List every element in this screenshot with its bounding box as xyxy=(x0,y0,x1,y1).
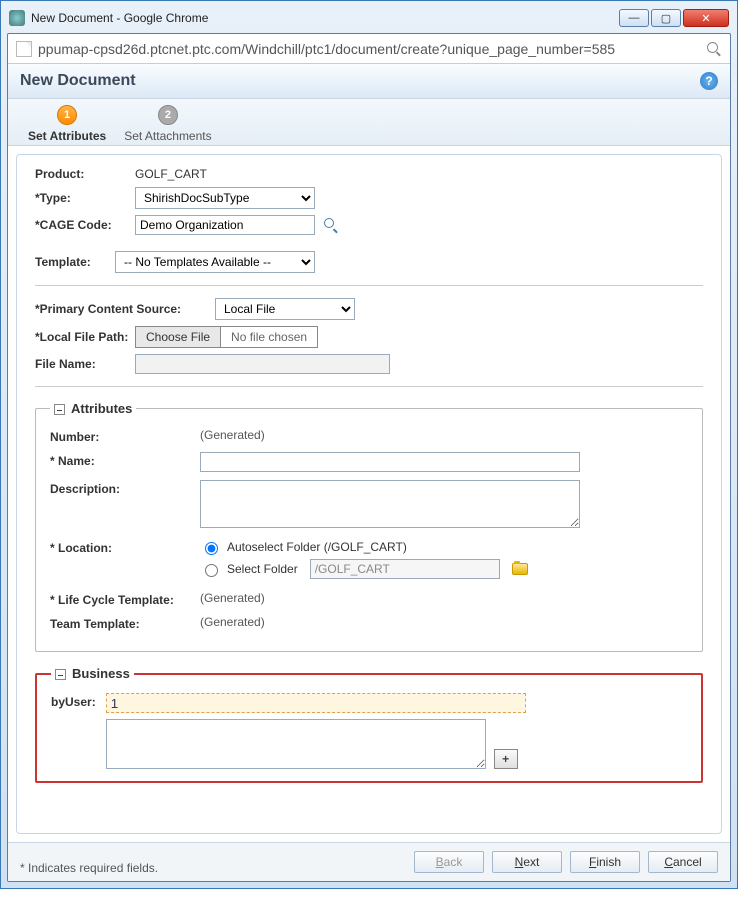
wizard-steps: 1 Set Attributes 2 Set Attachments xyxy=(8,99,730,146)
url-text[interactable]: ppumap-cpsd26d.ptcnet.ptc.com/Windchill/… xyxy=(38,41,700,57)
number-label: Number: xyxy=(50,428,200,444)
lifecycle-value: (Generated) xyxy=(200,591,688,605)
business-fieldset: Business byUser: + xyxy=(35,666,703,783)
type-select[interactable]: ShirishDocSubType xyxy=(135,187,315,209)
file-name-input xyxy=(135,354,390,374)
byuser-textarea[interactable] xyxy=(106,719,486,769)
step-badge-2: 2 xyxy=(158,105,178,125)
help-icon[interactable]: ? xyxy=(700,72,718,90)
business-legend: Business xyxy=(72,666,130,681)
autoselect-label: Autoselect Folder (/GOLF_CART) xyxy=(227,540,407,554)
page-title: New Document xyxy=(20,72,136,90)
page-icon xyxy=(16,41,32,57)
cage-search-icon[interactable] xyxy=(323,217,339,233)
number-value: (Generated) xyxy=(200,428,688,442)
step-label: Set Attachments xyxy=(124,129,211,143)
local-path-label: *Local File Path: xyxy=(35,330,135,344)
choose-file-button[interactable]: Choose File No file chosen xyxy=(135,326,318,348)
cage-label: *CAGE Code: xyxy=(35,218,135,232)
name-input[interactable] xyxy=(200,452,580,472)
url-bar: ppumap-cpsd26d.ptcnet.ptc.com/Windchill/… xyxy=(8,34,730,64)
step-label: Set Attributes xyxy=(28,129,106,143)
select-folder-radio[interactable] xyxy=(205,564,218,577)
product-value: GOLF_CART xyxy=(135,167,703,181)
location-label: * Location: xyxy=(50,539,200,555)
maximize-button[interactable]: ▢ xyxy=(651,9,681,27)
add-button[interactable]: + xyxy=(494,749,518,769)
search-icon[interactable] xyxy=(706,41,722,57)
chrome-icon xyxy=(9,10,25,26)
file-name-label: File Name: xyxy=(35,357,135,371)
cancel-button[interactable]: Cancel xyxy=(648,851,718,873)
content-source-select[interactable]: Local File xyxy=(215,298,355,320)
template-select[interactable]: -- No Templates Available -- xyxy=(115,251,315,273)
next-button[interactable]: Next xyxy=(492,851,562,873)
step-badge-1: 1 xyxy=(57,105,77,125)
required-hint: * Indicates required fields. xyxy=(20,861,158,875)
description-textarea[interactable] xyxy=(200,480,580,528)
name-label: * Name: xyxy=(50,452,200,468)
form-scroll-area[interactable]: Product: GOLF_CART *Type: ShirishDocSubT… xyxy=(16,154,722,834)
choose-file-btn-label: Choose File xyxy=(136,327,221,347)
attributes-fieldset: Attributes Number: (Generated) * Name: D… xyxy=(35,401,703,652)
byuser-input[interactable] xyxy=(106,693,526,713)
collapse-icon[interactable] xyxy=(54,404,65,415)
template-label: Template: xyxy=(35,255,115,269)
description-label: Description: xyxy=(50,480,200,496)
team-template-value: (Generated) xyxy=(200,615,688,629)
collapse-icon[interactable] xyxy=(55,669,66,680)
folder-browse-icon[interactable] xyxy=(512,563,528,575)
team-template-label: Team Template: xyxy=(50,615,200,631)
wizard-step-attributes[interactable]: 1 Set Attributes xyxy=(28,105,106,143)
footer: * Indicates required fields. Back Next F… xyxy=(8,842,730,881)
attributes-legend: Attributes xyxy=(71,401,132,416)
back-button[interactable]: Back xyxy=(414,851,484,873)
type-label: *Type: xyxy=(35,191,135,205)
wizard-step-attachments[interactable]: 2 Set Attachments xyxy=(124,105,211,143)
product-label: Product: xyxy=(35,167,135,181)
window-title: New Document - Google Chrome xyxy=(31,11,619,25)
close-button[interactable]: ✕ xyxy=(683,9,729,27)
cage-input[interactable] xyxy=(135,215,315,235)
lifecycle-label: * Life Cycle Template: xyxy=(50,591,200,607)
folder-path-input xyxy=(310,559,500,579)
autoselect-radio[interactable] xyxy=(205,542,218,555)
page-header: New Document ? xyxy=(8,64,730,99)
content-source-label: *Primary Content Source: xyxy=(35,302,215,316)
window-titlebar: New Document - Google Chrome — ▢ ✕ xyxy=(7,7,731,33)
choose-file-status: No file chosen xyxy=(221,327,317,347)
byuser-label: byUser: xyxy=(51,693,96,709)
finish-button[interactable]: Finish xyxy=(570,851,640,873)
minimize-button[interactable]: — xyxy=(619,9,649,27)
select-folder-label: Select Folder xyxy=(227,562,298,576)
